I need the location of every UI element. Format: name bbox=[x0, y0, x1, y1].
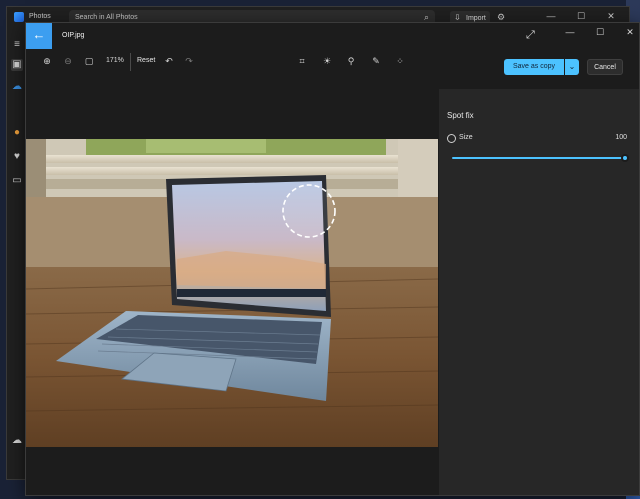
photos-app-icon bbox=[14, 12, 24, 22]
zoom-level: 171% bbox=[106, 57, 124, 64]
minimize-icon[interactable]: — bbox=[541, 11, 561, 21]
hamburger-icon[interactable]: ≡ bbox=[11, 39, 23, 51]
close-icon[interactable]: ✕ bbox=[601, 11, 621, 22]
expand-icon[interactable]: ⤢ bbox=[526, 29, 535, 42]
photos-app-title: Photos bbox=[29, 13, 51, 20]
zoom-in-icon[interactable]: ⊕ bbox=[40, 56, 54, 66]
laptop-photo[interactable] bbox=[26, 139, 438, 447]
maximize-icon[interactable]: ☐ bbox=[571, 11, 591, 22]
favorites-icon[interactable]: ♥ bbox=[11, 151, 23, 163]
editor-close-icon[interactable]: ✕ bbox=[620, 27, 640, 38]
people-icon[interactable]: ● bbox=[11, 127, 23, 139]
zoom-out-icon[interactable]: ⊖ bbox=[61, 56, 75, 66]
gallery-icon[interactable]: ▣ bbox=[11, 59, 23, 71]
markup-icon[interactable]: ✎ bbox=[369, 56, 383, 66]
save-as-copy-button[interactable]: Save as copy bbox=[504, 59, 564, 75]
photos-nav-rail: ≡ ▣ ☁ ● ♥ ▭ ☁ bbox=[7, 29, 27, 479]
spot-fix-icon[interactable]: ⁘ bbox=[393, 56, 407, 66]
filter-icon[interactable]: ⚲ bbox=[344, 56, 358, 66]
panel-title: Spot fix bbox=[447, 111, 474, 120]
photo-editor-window: ← OIP.jpg ⤢ — ☐ ✕ ⊕ ⊖ ▢ 171% Reset ↶ ↷ ⌗… bbox=[25, 22, 640, 496]
editor-maximize-icon[interactable]: ☐ bbox=[590, 27, 610, 38]
crop-icon[interactable]: ⌗ bbox=[295, 56, 309, 66]
folder-icon[interactable]: ▭ bbox=[11, 175, 23, 187]
reset-button[interactable]: Reset bbox=[137, 57, 155, 64]
import-label: Import bbox=[466, 15, 486, 22]
cancel-button[interactable]: Cancel bbox=[587, 59, 623, 75]
file-name: OIP.jpg bbox=[62, 32, 85, 39]
laptop-photo-image bbox=[26, 139, 438, 447]
save-options-dropdown[interactable]: ⌄ bbox=[565, 59, 579, 75]
toolbar-divider bbox=[130, 53, 131, 71]
size-slider-track[interactable] bbox=[452, 157, 626, 159]
editor-minimize-icon[interactable]: — bbox=[560, 27, 580, 37]
search-icon[interactable]: ⌕ bbox=[424, 13, 429, 22]
import-icon: ⇩ bbox=[454, 13, 461, 22]
search-placeholder: Search in All Photos bbox=[75, 14, 138, 21]
redo-icon[interactable]: ↷ bbox=[182, 56, 196, 66]
brush-size-icon bbox=[447, 134, 456, 143]
size-label: Size bbox=[459, 134, 473, 141]
size-slider-thumb[interactable] bbox=[621, 154, 629, 162]
onedrive-icon[interactable]: ☁ bbox=[11, 81, 23, 93]
editor-canvas[interactable] bbox=[26, 89, 438, 495]
undo-icon[interactable]: ↶ bbox=[162, 56, 176, 66]
size-value: 100 bbox=[615, 134, 627, 141]
spot-fix-panel: Spot fix Size 100 bbox=[439, 89, 639, 495]
fit-to-screen-icon[interactable]: ▢ bbox=[82, 56, 96, 66]
back-arrow-icon: ← bbox=[32, 27, 46, 42]
back-button[interactable]: ← bbox=[26, 23, 52, 49]
adjust-icon[interactable]: ☀ bbox=[320, 56, 334, 66]
chevron-down-icon: ⌄ bbox=[568, 62, 576, 71]
cloud-icon[interactable]: ☁ bbox=[11, 435, 23, 447]
